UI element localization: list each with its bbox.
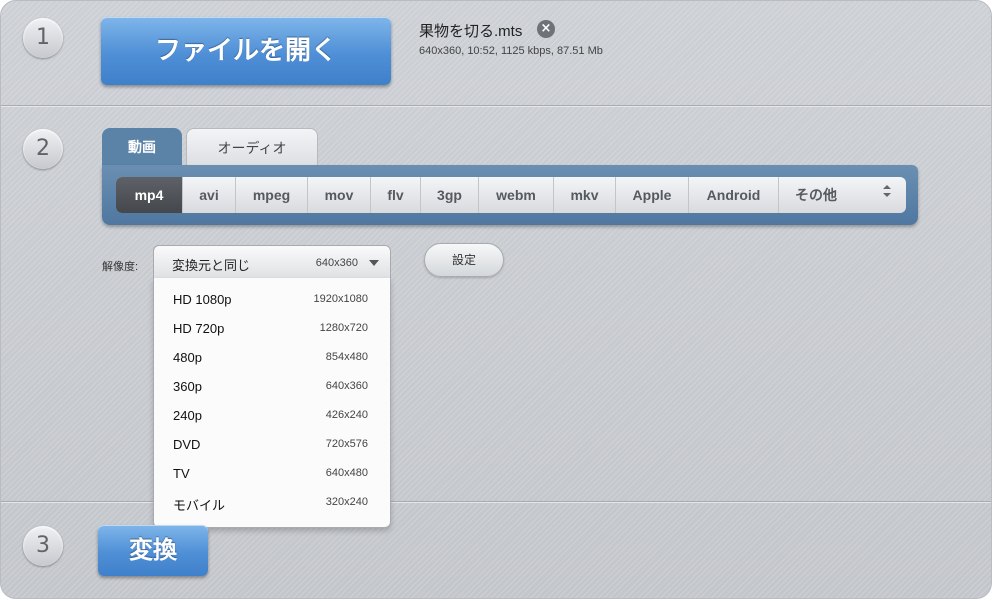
format-apple[interactable]: Apple: [616, 177, 689, 213]
format-bar: mp4 avi mpeg mov flv 3gp webm mkv Apple …: [102, 165, 918, 225]
updown-icon: [882, 177, 892, 213]
option-name: HD 1080p: [173, 292, 232, 307]
resolution-selected-value: 640x360: [315, 257, 358, 269]
option-resolution: 640x360: [325, 380, 368, 392]
file-name: 果物を切る.mts: [419, 23, 523, 40]
format-flv[interactable]: flv: [371, 177, 421, 213]
section-divider: [1, 501, 991, 503]
option-resolution: 1280x720: [319, 322, 368, 334]
option-resolution: 640x480: [325, 467, 368, 479]
format-other-select[interactable]: その他: [779, 177, 906, 213]
open-file-button[interactable]: ファイルを開く: [101, 17, 391, 85]
section-divider: [1, 105, 991, 107]
format-list: mp4 avi mpeg mov flv 3gp webm mkv Apple …: [116, 177, 906, 213]
option-name: 480p: [173, 350, 202, 365]
format-other-label: その他: [795, 187, 837, 203]
format-avi[interactable]: avi: [183, 177, 236, 213]
option-name: DVD: [173, 437, 201, 452]
format-mkv[interactable]: mkv: [554, 177, 616, 213]
format-android[interactable]: Android: [689, 177, 779, 213]
resolution-option[interactable]: 240p 426x240: [154, 401, 390, 430]
option-resolution: 854x480: [325, 351, 368, 363]
step-number-3: 3: [23, 526, 63, 566]
option-name: HD 720p: [173, 321, 225, 336]
resolution-option[interactable]: 360p 640x360: [154, 372, 390, 401]
format-webm[interactable]: webm: [479, 177, 554, 213]
tab-video[interactable]: 動画: [102, 128, 182, 166]
option-resolution: 720x576: [325, 438, 368, 450]
option-name: モバイル: [173, 498, 226, 513]
option-name: 240p: [173, 408, 202, 423]
resolution-select[interactable]: 変換元と同じ 640x360: [153, 245, 391, 279]
format-3gp[interactable]: 3gp: [421, 177, 479, 213]
settings-button[interactable]: 設定: [424, 243, 504, 277]
resolution-option[interactable]: 480p 854x480: [154, 343, 390, 372]
option-resolution: 426x240: [325, 409, 368, 421]
format-mp4[interactable]: mp4: [116, 177, 183, 213]
format-mpeg[interactable]: mpeg: [236, 177, 308, 213]
close-icon[interactable]: ×: [537, 20, 555, 38]
option-resolution: 1920x1080: [313, 293, 368, 305]
resolution-option[interactable]: DVD 720x576: [154, 430, 390, 459]
resolution-option[interactable]: HD 1080p 1920x1080: [154, 285, 390, 314]
file-meta: 640x360, 10:52, 1125 kbps, 87.51 Mb: [419, 45, 603, 57]
option-name: 360p: [173, 379, 202, 394]
format-mov[interactable]: mov: [308, 177, 371, 213]
resolution-option[interactable]: モバイル 320x240: [154, 488, 390, 517]
resolution-option[interactable]: HD 720p 1280x720: [154, 314, 390, 343]
convert-button[interactable]: 変換: [98, 525, 208, 576]
step-number-2: 2: [23, 129, 63, 169]
option-name: TV: [173, 466, 190, 481]
resolution-dropdown: HD 1080p 1920x1080 HD 720p 1280x720 480p…: [153, 278, 391, 528]
option-resolution: 320x240: [325, 496, 368, 508]
converter-panel: 1 ファイルを開く 果物を切る.mts × 640x360, 10:52, 11…: [0, 0, 992, 599]
resolution-option[interactable]: TV 640x480: [154, 459, 390, 488]
tab-audio[interactable]: オーディオ: [186, 128, 318, 167]
step-number-1: 1: [23, 18, 63, 58]
resolution-label: 解像度:: [102, 261, 139, 273]
resolution-selected-name: 変換元と同じ: [172, 258, 251, 273]
chevron-down-icon: [369, 260, 379, 266]
